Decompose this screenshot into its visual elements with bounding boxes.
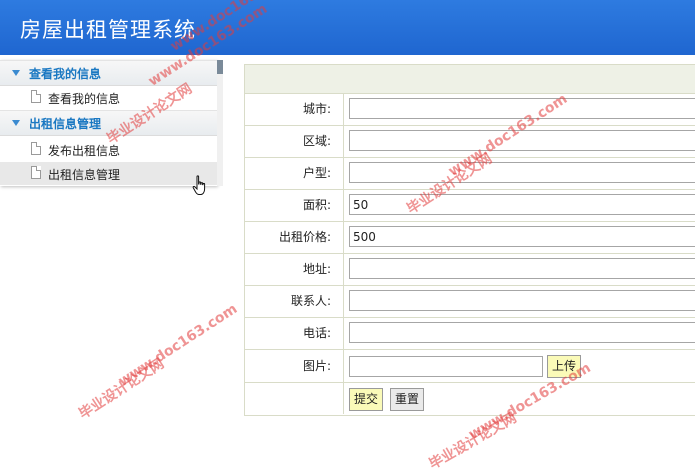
sidebar-group-label: 出租信息管理 bbox=[29, 117, 102, 131]
phone-label: 电话: bbox=[245, 318, 344, 349]
area-label: 面积: bbox=[245, 190, 344, 221]
document-icon bbox=[31, 166, 41, 179]
contact-input[interactable] bbox=[349, 290, 695, 311]
layout-input[interactable] bbox=[349, 162, 695, 183]
sidebar-item-view-my-info[interactable]: 查看我的信息 bbox=[0, 86, 217, 109]
form-row-price: 出租价格: bbox=[245, 222, 695, 254]
district-label: 区域: bbox=[245, 126, 344, 157]
city-input[interactable] bbox=[349, 98, 695, 119]
document-icon bbox=[31, 142, 41, 155]
watermark-cn: 毕业设计论文网 bbox=[76, 355, 168, 423]
sidebar-item-rental-management[interactable]: 出租信息管理 bbox=[0, 162, 217, 185]
layout-label: 户型: bbox=[245, 158, 344, 189]
triangle-down-icon bbox=[12, 70, 20, 76]
triangle-down-icon bbox=[12, 120, 20, 126]
sidebar-scrollbar[interactable] bbox=[217, 60, 223, 186]
sidebar-item-publish-rental[interactable]: 发布出租信息 bbox=[0, 138, 217, 161]
form-row-address: 地址: bbox=[245, 254, 695, 286]
image-label: 图片: bbox=[245, 350, 344, 382]
upload-button[interactable]: 上传 bbox=[547, 355, 581, 378]
actions-label-cell bbox=[245, 383, 344, 414]
area-input[interactable] bbox=[349, 194, 695, 215]
document-icon bbox=[31, 90, 41, 103]
district-input[interactable] bbox=[349, 130, 695, 151]
image-path-input[interactable] bbox=[349, 356, 543, 377]
price-input[interactable] bbox=[349, 226, 695, 247]
hand-cursor-icon bbox=[192, 175, 206, 195]
sidebar: 查看我的信息 查看我的信息 出租信息管理 发布出租信息 出租信息管理 bbox=[0, 60, 217, 186]
form-row-area: 面积: bbox=[245, 190, 695, 222]
form-header-bar bbox=[245, 65, 695, 94]
watermark-url: www.doc163.com bbox=[115, 301, 241, 390]
app-title: 房屋出租管理系统 bbox=[20, 18, 196, 42]
form-row-layout: 户型: bbox=[245, 158, 695, 190]
app-header: 房屋出租管理系统 bbox=[0, 0, 695, 55]
sidebar-group-my-info[interactable]: 查看我的信息 bbox=[0, 60, 217, 86]
rental-form-panel: 城市: 区域: 户型: 面积: 出租价格: 地址: 联系人: 电话: 图片: 上… bbox=[244, 64, 695, 416]
sidebar-item-label: 查看我的信息 bbox=[48, 92, 121, 106]
form-row-image: 图片: 上传 bbox=[245, 350, 695, 383]
submit-button[interactable]: 提交 bbox=[349, 388, 383, 411]
form-row-district: 区域: bbox=[245, 126, 695, 158]
form-row-phone: 电话: bbox=[245, 318, 695, 350]
sidebar-group-rental-management[interactable]: 出租信息管理 bbox=[0, 110, 217, 136]
sidebar-item-label: 出租信息管理 bbox=[48, 168, 121, 182]
reset-button[interactable]: 重置 bbox=[390, 388, 424, 411]
form-row-contact: 联系人: bbox=[245, 286, 695, 318]
form-row-actions: 提交 重置 bbox=[245, 383, 695, 415]
scrollbar-thumb[interactable] bbox=[217, 60, 223, 74]
address-input[interactable] bbox=[349, 258, 695, 279]
price-label: 出租价格: bbox=[245, 222, 344, 253]
sidebar-item-label: 发布出租信息 bbox=[48, 144, 121, 158]
phone-input[interactable] bbox=[349, 322, 695, 343]
address-label: 地址: bbox=[245, 254, 344, 285]
form-row-city: 城市: bbox=[245, 94, 695, 126]
city-label: 城市: bbox=[245, 94, 344, 125]
contact-label: 联系人: bbox=[245, 286, 344, 317]
sidebar-group-label: 查看我的信息 bbox=[29, 67, 102, 81]
